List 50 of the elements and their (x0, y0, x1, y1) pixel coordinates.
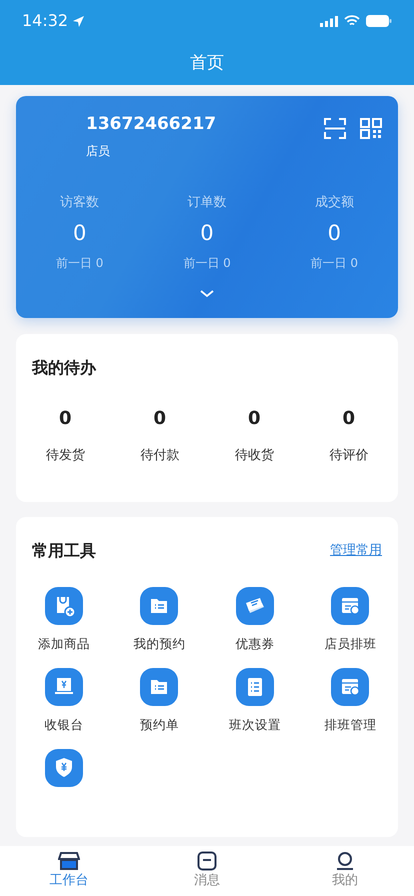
todo-item[interactable]: 0 待发货 (18, 405, 112, 466)
store-icon (58, 851, 80, 871)
bag-icon (44, 587, 83, 625)
tool-button[interactable]: 收银台 (16, 668, 112, 737)
tool-button[interactable]: 预约单 (112, 668, 207, 737)
tool-button[interactable]: 班次设置 (207, 668, 302, 737)
list-icon (236, 668, 274, 706)
stat-label: 成交额 (314, 194, 354, 212)
manage-link[interactable]: 管理常用 (330, 541, 382, 561)
stat-value: 0 (328, 220, 342, 247)
previous-day-value: 前一日 0 (183, 254, 231, 272)
message-icon (197, 851, 217, 871)
calendar-icon (331, 587, 370, 625)
scan-icon[interactable] (324, 118, 346, 139)
todo-item[interactable]: 0 待付款 (112, 405, 207, 466)
qr-code-icon[interactable] (360, 118, 382, 139)
chevron-down-icon[interactable] (200, 290, 214, 298)
wifi-icon (344, 15, 360, 27)
signal-icon (320, 16, 338, 26)
stat-label: 订单数 (187, 194, 226, 212)
folder-icon (140, 668, 178, 706)
person-icon (335, 851, 355, 871)
shield-icon (44, 749, 83, 787)
page-title: 首页 (190, 52, 224, 75)
phone-number: 13672466217 (86, 113, 216, 136)
stat-label: 访客数 (60, 194, 100, 212)
location-arrow-icon (72, 14, 86, 28)
status-time: 14:32 (22, 10, 68, 32)
tool-button[interactable]: 添加商品 (16, 587, 112, 656)
tool-button[interactable]: 优惠券 (207, 587, 302, 656)
tool-button[interactable]: 我的预约 (112, 587, 207, 656)
tab-bar-item[interactable]: 我的 (276, 846, 414, 896)
previous-day-value: 前一日 0 (310, 254, 358, 272)
todo-item[interactable]: 0 待评价 (302, 405, 396, 466)
todo-item[interactable]: 0 待收货 (207, 405, 302, 466)
role-label: 店员 (86, 142, 111, 160)
tool-button[interactable]: 排班管理 (302, 668, 398, 737)
tool-button[interactable]: 店员排班 (302, 587, 398, 656)
previous-day-value: 前一日 0 (56, 254, 104, 272)
section-title: 我的待办 (32, 357, 98, 379)
calendar-icon (331, 668, 370, 706)
folder-icon (140, 587, 178, 625)
cashier-icon (44, 668, 83, 706)
tab-bar-item[interactable]: 消息 (138, 846, 276, 896)
section-title: 常用工具 (32, 540, 96, 562)
ticket-icon (236, 587, 274, 625)
tab-bar-item[interactable]: 工作台 (0, 846, 138, 896)
stat-value: 0 (200, 220, 214, 247)
battery-icon (366, 15, 392, 27)
stat-value: 0 (72, 220, 86, 247)
